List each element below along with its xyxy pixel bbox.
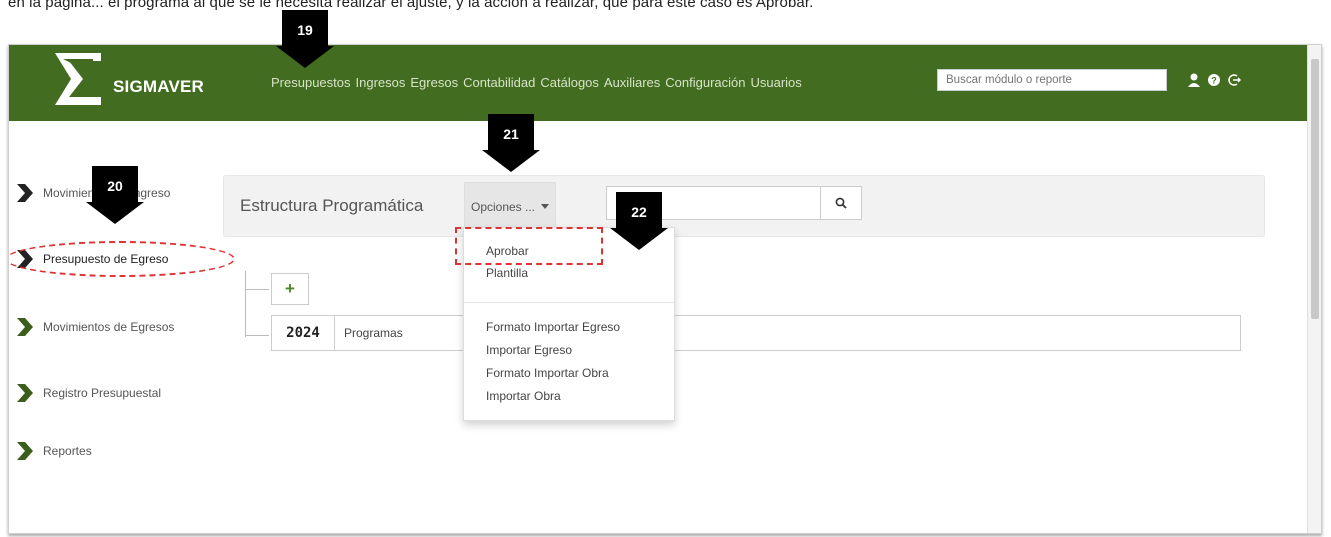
options-dropdown-button[interactable]: Opciones ... [464,182,556,232]
step-number: 20 [92,166,138,206]
svg-text:?: ? [1211,76,1217,86]
program-row[interactable]: 2024 Programas [271,315,1241,351]
chevron-right-icon [17,184,33,202]
chevron-right-icon [17,442,33,460]
highlight-presupuesto-egreso [9,241,235,277]
search-button[interactable] [820,187,861,219]
step-marker-22: 22 [610,192,668,252]
nav-ingresos[interactable]: Ingresos [356,75,406,90]
step-number: 19 [282,10,328,50]
sigma-logo-icon [55,53,101,105]
sidebar-item-movimientos-egresos[interactable]: Movimientos de Egresos [9,315,174,339]
instruction-caption: en la página... el programa al que se le… [0,0,1331,40]
search-icon [835,197,847,209]
sigmaver-logo[interactable]: SIGMAVER [49,51,204,111]
logout-icon[interactable] [1227,72,1241,88]
tree-connector [245,289,269,290]
module-search-input[interactable] [937,69,1167,91]
nav-usuarios[interactable]: Usuarios [750,75,801,90]
scrollbar-thumb[interactable] [1311,59,1319,319]
nav-contabilidad[interactable]: Contabilidad [463,75,535,90]
step-marker-19: 19 [276,10,334,70]
menu-item-formato-importar-egreso[interactable]: Formato Importar Egreso [486,320,620,334]
caret-down-icon [541,204,550,209]
structure-toolbar: Estructura Programática Opciones ... [223,175,1265,237]
menu-item-importar-obra[interactable]: Importar Obra [486,389,561,403]
sidebar-item-reportes[interactable]: Reportes [9,439,92,463]
step-marker-21: 21 [482,114,540,174]
arrow-down-icon [610,228,668,250]
menu-item-importar-egreso[interactable]: Importar Egreso [486,343,572,357]
tree-connector [245,335,269,336]
sidebar-item-label: Registro Presupuestal [43,386,162,400]
sidebar-item-label: Reportes [43,444,92,458]
nav-catalogos[interactable]: Catálogos [540,75,599,90]
help-icon[interactable]: ? [1207,72,1221,88]
menu-item-formato-importar-obra[interactable]: Formato Importar Obra [486,366,609,380]
user-icon[interactable] [1187,72,1201,88]
nav-configuracion[interactable]: Configuración [665,75,745,90]
program-label: Programas [344,326,403,340]
chevron-right-icon [17,384,33,402]
tree-connector [245,271,246,337]
sidebar-item-label: Movimientos de Egresos [43,320,175,334]
highlight-aprobar [455,227,603,265]
add-program-button[interactable]: + [271,273,309,305]
main-menu: Presupuestos Ingresos Egresos Contabilid… [271,75,807,90]
nav-auxiliares[interactable]: Auxiliares [604,75,660,90]
page-scrollbar[interactable] [1307,45,1321,533]
menu-divider [464,302,674,303]
nav-icon-group: ? [1187,72,1241,88]
caption-text: en la página... el programa al que se le… [8,0,814,11]
nav-egresos[interactable]: Egresos [410,75,458,90]
nav-presupuestos[interactable]: Presupuestos [271,75,351,90]
step-number: 21 [488,114,534,154]
top-navbar: SIGMAVER Presupuestos Ingresos Egresos C… [9,45,1321,121]
page-title: Estructura Programática [240,196,424,215]
sidebar-item-registro-presupuestal[interactable]: Registro Presupuestal [9,381,161,405]
step-number: 22 [616,192,662,232]
arrow-down-icon [276,46,334,68]
app-window: SIGMAVER Presupuestos Ingresos Egresos C… [8,44,1322,534]
year-label: 2024 [272,316,335,350]
options-label: Opciones ... [470,200,536,214]
step-marker-20: 20 [86,166,144,226]
logo-text: SIGMAVER [113,77,205,96]
arrow-down-icon [86,202,144,224]
arrow-down-icon [482,150,540,172]
chevron-right-icon [17,318,33,336]
menu-item-plantilla[interactable]: Plantilla [486,266,528,280]
